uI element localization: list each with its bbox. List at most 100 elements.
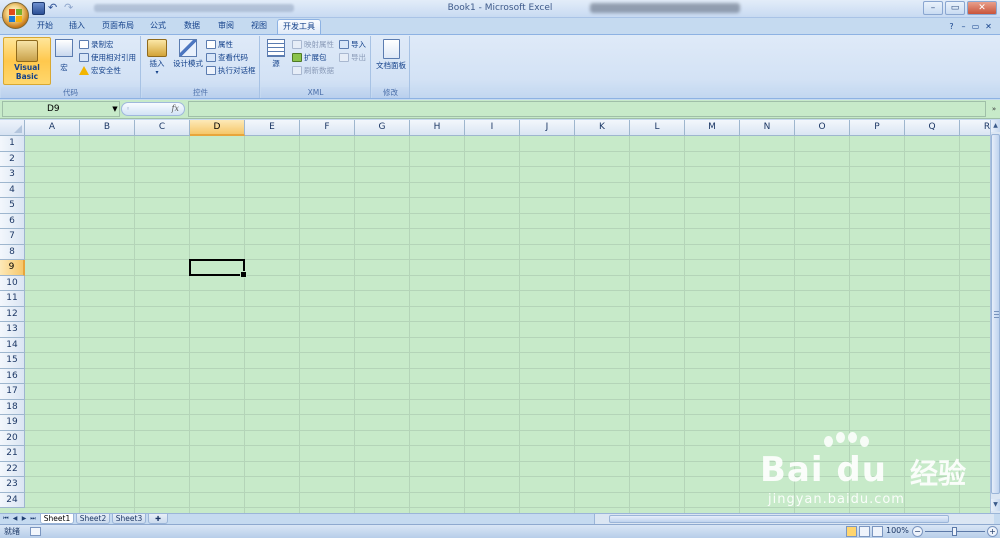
view-code-button[interactable]: 查看代码 [206, 52, 248, 63]
tab-insert[interactable]: 插入 [62, 19, 92, 34]
row-header[interactable]: 12 [0, 306, 25, 322]
column-header[interactable]: I [465, 120, 520, 136]
office-button[interactable] [2, 2, 29, 29]
formula-input[interactable] [188, 101, 986, 117]
row-header[interactable]: 20 [0, 430, 25, 446]
row-header[interactable]: 11 [0, 291, 25, 307]
column-header[interactable]: F [300, 120, 355, 136]
row-header[interactable]: 18 [0, 399, 25, 415]
row-header[interactable]: 1 [0, 136, 25, 152]
horizontal-scroll-thumb[interactable] [609, 515, 949, 523]
refresh-data-button[interactable]: 刷新数据 [292, 65, 334, 76]
column-header[interactable]: C [135, 120, 190, 136]
scroll-down-icon[interactable]: ▼ [991, 499, 1000, 511]
ribbon-minimize-button[interactable]: – [958, 21, 969, 32]
column-header[interactable]: G [355, 120, 410, 136]
run-dialog-button[interactable]: 执行对话框 [206, 65, 256, 76]
tab-page-layout[interactable]: 页面布局 [96, 19, 140, 34]
sheet-tab-2[interactable]: Sheet2 [76, 514, 110, 524]
column-header[interactable]: L [630, 120, 685, 136]
last-sheet-icon[interactable]: ⏭ [29, 514, 37, 524]
column-header[interactable]: H [410, 120, 465, 136]
column-header[interactable]: R [960, 120, 990, 136]
scroll-up-icon[interactable]: ▲ [991, 120, 1000, 132]
tab-developer[interactable]: 开发工具 [277, 19, 321, 34]
design-mode-button[interactable]: 设计模式 [171, 37, 205, 85]
source-button[interactable]: 源 [264, 37, 288, 85]
row-header[interactable]: 8 [0, 244, 25, 260]
column-header[interactable]: Q [905, 120, 960, 136]
name-box[interactable]: D9 [2, 101, 120, 117]
row-header[interactable]: 9 [0, 260, 25, 276]
visual-basic-button[interactable]: Visual Basic [3, 37, 51, 85]
close-button[interactable]: ✕ [967, 1, 997, 15]
row-header[interactable]: 23 [0, 477, 25, 493]
first-sheet-icon[interactable]: ⏮ [2, 514, 10, 524]
column-header[interactable]: A [25, 120, 80, 136]
properties-button[interactable]: 属性 [206, 39, 233, 50]
row-header[interactable]: 21 [0, 446, 25, 462]
row-header[interactable]: 22 [0, 461, 25, 477]
row-header[interactable]: 15 [0, 353, 25, 369]
maximize-button[interactable]: ▭ [945, 1, 965, 15]
row-header[interactable]: 4 [0, 182, 25, 198]
map-properties-button[interactable]: 映射属性 [292, 39, 334, 50]
row-header[interactable]: 13 [0, 322, 25, 338]
column-header[interactable]: P [850, 120, 905, 136]
zoom-level[interactable]: 100% [886, 526, 909, 535]
chevron-down-icon[interactable]: ▼ [111, 102, 119, 116]
tab-view[interactable]: 视图 [244, 19, 274, 34]
help-icon[interactable]: ? [946, 21, 957, 32]
row-header[interactable]: 24 [0, 492, 25, 508]
active-cell[interactable] [189, 259, 247, 277]
normal-view-button[interactable] [846, 526, 857, 537]
row-header[interactable]: 17 [0, 384, 25, 400]
row-header[interactable]: 14 [0, 337, 25, 353]
tab-formulas[interactable]: 公式 [144, 19, 172, 34]
export-button[interactable]: 导出 [339, 52, 366, 63]
insert-sheet-button[interactable]: ✚ [148, 514, 168, 524]
record-macro-button[interactable]: 录制宏 [79, 39, 114, 50]
row-header[interactable]: 19 [0, 415, 25, 431]
column-header[interactable]: E [245, 120, 300, 136]
ribbon-close-button[interactable]: ✕ [983, 21, 994, 32]
insert-function-button[interactable]: fx [172, 104, 179, 113]
prev-sheet-icon[interactable]: ◀ [11, 514, 19, 524]
insert-control-button[interactable]: 插入 ▾ [144, 37, 170, 85]
column-header[interactable]: O [795, 120, 850, 136]
sheet-tab-1[interactable]: Sheet1 [40, 514, 74, 524]
document-panel-button[interactable]: 文档面板 [374, 37, 408, 85]
vertical-scroll-thumb[interactable] [991, 134, 1000, 494]
row-header[interactable]: 2 [0, 151, 25, 167]
relative-reference-button[interactable]: 使用相对引用 [79, 52, 136, 63]
column-header[interactable]: M [685, 120, 740, 136]
column-header[interactable]: J [520, 120, 575, 136]
row-header[interactable]: 16 [0, 368, 25, 384]
expansion-packs-button[interactable]: 扩展包 [292, 52, 327, 63]
import-button[interactable]: 导入 [339, 39, 366, 50]
row-header[interactable]: 10 [0, 275, 25, 291]
expand-dot-icon[interactable]: ◦ [126, 105, 130, 113]
horizontal-scrollbar[interactable] [594, 514, 994, 524]
tab-home[interactable]: 开始 [30, 19, 60, 34]
row-header[interactable]: 5 [0, 198, 25, 214]
row-header[interactable]: 6 [0, 213, 25, 229]
row-header[interactable]: 3 [0, 167, 25, 183]
macro-button[interactable]: 宏 [53, 37, 75, 85]
column-header[interactable]: D [190, 120, 245, 136]
next-sheet-icon[interactable]: ▶ [20, 514, 28, 524]
zoom-slider-thumb[interactable] [952, 527, 957, 536]
tab-review[interactable]: 审阅 [211, 19, 241, 34]
zoom-out-button[interactable]: − [912, 526, 923, 537]
column-header[interactable]: K [575, 120, 630, 136]
ribbon-restore-button[interactable]: ▭ [970, 21, 981, 32]
column-header[interactable]: N [740, 120, 795, 136]
macro-security-button[interactable]: 宏安全性 [79, 65, 121, 76]
expand-formula-bar-icon[interactable]: » [989, 101, 999, 117]
zoom-in-button[interactable]: + [987, 526, 998, 537]
column-header[interactable]: B [80, 120, 135, 136]
macro-record-icon[interactable] [30, 527, 41, 536]
minimize-button[interactable]: – [923, 1, 943, 15]
row-header[interactable]: 7 [0, 229, 25, 245]
page-break-view-button[interactable] [872, 526, 883, 537]
